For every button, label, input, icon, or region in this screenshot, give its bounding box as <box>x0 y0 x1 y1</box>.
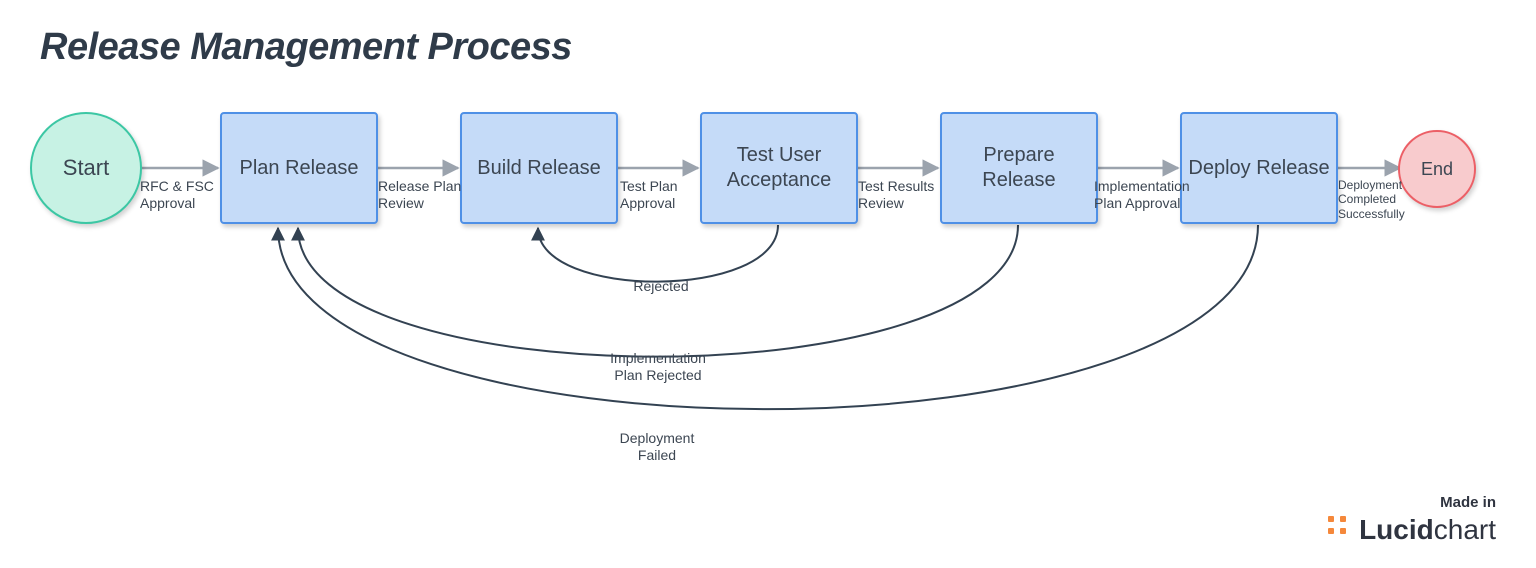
node-build-release-label: Build Release <box>477 156 600 181</box>
footer-made-in: Made in <box>1325 494 1496 511</box>
node-build-release: Build Release <box>460 112 618 224</box>
node-plan-release-label: Plan Release <box>240 156 359 181</box>
node-end-label: End <box>1421 159 1453 180</box>
edge-deploy-failed-label: Deployment Failed <box>592 430 722 464</box>
footer-brand: Lucidchart <box>1325 513 1496 546</box>
page-title: Release Management Process <box>40 26 572 69</box>
edges-layer <box>0 0 1536 568</box>
edge-prepare-deploy-label: Implementation Plan Approval <box>1094 178 1194 212</box>
node-plan-release: Plan Release <box>220 112 378 224</box>
node-test-user-acceptance: Test User Acceptance <box>700 112 858 224</box>
node-deploy-release-label: Deploy Release <box>1188 156 1329 181</box>
edge-impl-rejected-label: Implementation Plan Rejected <box>588 350 728 384</box>
node-prepare-release-label: Prepare Release <box>948 143 1090 193</box>
node-start: Start <box>30 112 142 224</box>
edge-start-plan-label: RFC & FSC Approval <box>140 178 230 212</box>
footer-brand-bold: Lucid <box>1359 514 1434 545</box>
footer-brand-rest: chart <box>1434 514 1496 545</box>
edge-rejected-label: Rejected <box>606 278 716 295</box>
footer-attribution: Made in Lucidchart <box>1325 494 1496 546</box>
edge-test-prepare-label: Test Results Review <box>858 178 948 212</box>
node-deploy-release: Deploy Release <box>1180 112 1338 224</box>
edge-plan-build-label: Release Plan Review <box>378 178 468 212</box>
lucidchart-icon <box>1325 513 1351 546</box>
node-prepare-release: Prepare Release <box>940 112 1098 224</box>
edge-build-test-label: Test Plan Approval <box>620 178 700 212</box>
edge-deploy-end-label: Deployment Completed Successfully <box>1338 178 1423 221</box>
node-start-label: Start <box>63 155 109 181</box>
node-test-user-acceptance-label: Test User Acceptance <box>708 143 850 193</box>
